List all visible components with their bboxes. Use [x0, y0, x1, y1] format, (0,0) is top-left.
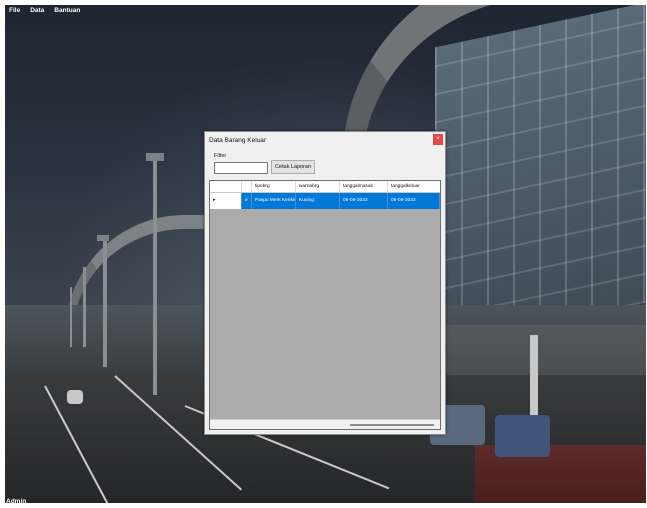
column-header-tipebrg[interactable]: tipebrg: [252, 181, 296, 192]
data-grid[interactable]: tipebrg warnabrg tanggalmasuk tanggalkel…: [209, 180, 441, 430]
table-cell-warnabrg: Kuning: [296, 193, 340, 209]
close-button[interactable]: ×: [433, 134, 443, 145]
scrollbar-thumb[interactable]: [350, 424, 434, 426]
terminal-glass-facade: [435, 5, 646, 348]
menu-file[interactable]: File: [9, 7, 20, 14]
filter-input[interactable]: [214, 162, 268, 174]
table-cell-tipebrg: Paspu Merk Kerikio: [252, 193, 296, 209]
column-header-tanggalkeluar[interactable]: tanggalkeluar: [388, 181, 440, 192]
menu-data[interactable]: Data: [30, 7, 44, 14]
column-header-tanggalmasuk[interactable]: tanggalmasuk: [340, 181, 388, 192]
logged-in-user: Admin: [6, 498, 27, 505]
print-report-button[interactable]: Cetak Laporan: [271, 160, 315, 174]
car: [67, 390, 83, 404]
table-cell: e: [242, 193, 252, 209]
grid-header-row: tipebrg warnabrg tanggalmasuk tanggalkel…: [210, 181, 440, 193]
column-header-hidden: [242, 181, 252, 192]
data-barang-keluar-window: Data Barang Keluar × Filter Cetak Lapora…: [204, 131, 446, 435]
row-marker-icon: ▸: [210, 193, 242, 209]
menu-bantuan[interactable]: Bantuan: [54, 7, 80, 14]
filter-label: Filter: [214, 153, 227, 159]
light-pole-head: [97, 235, 109, 241]
light-pole: [153, 155, 157, 395]
light-pole-head: [146, 153, 164, 161]
horizontal-scrollbar[interactable]: [210, 419, 440, 429]
light-pole: [103, 237, 107, 367]
column-header-warnabrg[interactable]: warnabrg: [296, 181, 340, 192]
car: [495, 415, 550, 457]
light-pole: [70, 287, 72, 347]
table-cell-tanggalkeluar: 05-09-2023: [388, 193, 440, 209]
menu-bar: File Data Bantuan: [9, 7, 80, 14]
row-header-column: [210, 181, 242, 192]
table-cell-tanggalmasuk: 05-09-2023: [340, 193, 388, 209]
table-row[interactable]: ▸ e Paspu Merk Kerikio Kuning 05-09-2023…: [210, 193, 440, 209]
light-pole: [83, 267, 86, 347]
window-title: Data Barang Keluar: [209, 137, 267, 144]
close-icon: ×: [436, 136, 440, 142]
